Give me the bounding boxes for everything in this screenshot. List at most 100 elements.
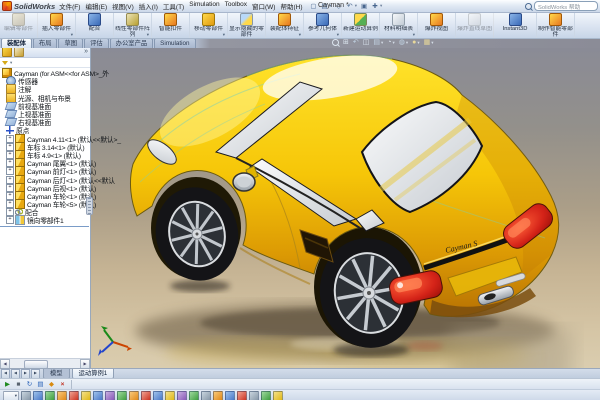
scene-caret-icon[interactable]: ▾ [431, 40, 433, 46]
expander-icon[interactable]: + [6, 184, 14, 192]
zoom-fit-icon[interactable] [332, 39, 339, 46]
zoom-area-icon[interactable]: ⊞ [343, 39, 349, 47]
expander-icon[interactable]: + [6, 192, 14, 200]
delete-icon[interactable]: × [58, 380, 67, 389]
select-icon[interactable]: ▣ [360, 2, 368, 10]
tab-sketch[interactable]: 草图 [58, 38, 83, 48]
gravity-icon[interactable] [93, 391, 103, 400]
appearance-icon[interactable] [177, 391, 187, 400]
filter-results-icon[interactable] [237, 391, 247, 400]
expander-icon[interactable]: + [6, 159, 14, 167]
move-component-caret-icon[interactable]: ▾ [223, 32, 225, 38]
assembly-features-caret-icon[interactable]: ▾ [299, 32, 301, 38]
menu-edit[interactable]: 编辑(E) [85, 1, 107, 11]
menu-tools[interactable]: 工具(T) [163, 1, 184, 11]
scroll-left-icon[interactable]: ◀ [0, 359, 10, 369]
fit-timeline-icon[interactable] [273, 391, 283, 400]
zoom-in-timeline-icon[interactable] [249, 391, 259, 400]
bill-of-materials-button[interactable]: 材料明细表 ▾ [380, 12, 418, 38]
filter-driving-icon[interactable] [213, 391, 223, 400]
edit-appearance-icon[interactable]: ● [412, 39, 416, 47]
appearance-caret-icon[interactable]: ▾ [417, 40, 419, 46]
tree-filter-bar[interactable]: ▾ [0, 58, 90, 68]
apply-scene-icon[interactable]: ▦ [424, 39, 431, 47]
simulation-setup-icon[interactable] [165, 391, 175, 400]
filter-all-icon[interactable] [189, 391, 199, 400]
new-motion-study-button[interactable]: 新建运动算例 [342, 12, 380, 38]
menu-simulation[interactable]: Simulation [189, 1, 219, 11]
show-hidden-components-button[interactable]: 显示隐藏的零部件 [228, 12, 266, 38]
display-style-icon[interactable]: ◔ [387, 39, 391, 47]
reference-geometry-button[interactable]: 参考几何体 ▾ [304, 12, 342, 38]
tab-office-products[interactable]: 办公室产品 [110, 38, 153, 48]
playback-speed-dropdown[interactable]: ▾ [3, 391, 19, 400]
expander-icon[interactable]: + [6, 151, 14, 159]
menu-toolbox[interactable]: Toolbox [225, 1, 247, 11]
featuremanager-tab-icon[interactable] [2, 47, 12, 57]
expander-icon[interactable]: + [6, 200, 14, 208]
tab-evaluate[interactable]: 评估 [84, 38, 109, 48]
expander-icon[interactable]: + [6, 176, 14, 184]
force-icon[interactable] [69, 391, 79, 400]
tree-item-mirror-component[interactable]: + 镜向零部件1 [0, 216, 90, 224]
hide-show-caret-icon[interactable]: ▾ [406, 40, 408, 46]
undo-caret-icon[interactable]: ▾ [355, 3, 357, 9]
motor-icon[interactable] [33, 391, 43, 400]
rebuild-caret-icon[interactable]: ▾ [380, 3, 382, 9]
damper-icon[interactable] [57, 391, 67, 400]
menu-view[interactable]: 视图(V) [112, 1, 134, 11]
section-view-icon[interactable]: ◫ [363, 39, 370, 47]
spring-icon[interactable] [45, 391, 55, 400]
expander-icon[interactable]: + [6, 135, 14, 143]
search-icon[interactable] [525, 3, 532, 10]
exploded-view-button[interactable]: 爆炸视图 [418, 12, 456, 38]
tab-simulation[interactable]: Simulation [154, 38, 195, 48]
instant3d-button[interactable]: Instant3D [494, 12, 537, 38]
menu-window[interactable]: 窗口(W) [252, 1, 275, 11]
make-smart-component-button[interactable]: 制作智能零部件 [537, 12, 575, 38]
insert-component-caret-icon[interactable]: ▾ [71, 32, 73, 38]
tree-item-right-plane[interactable]: 右视基准面 [0, 118, 90, 126]
view-orientation-icon[interactable]: ▤ [373, 39, 380, 47]
search-input[interactable]: SolidWorks 帮助 [534, 1, 598, 11]
key-properties-icon[interactable] [117, 391, 127, 400]
expander-icon[interactable]: + [6, 167, 14, 175]
expander-icon[interactable]: + [6, 208, 14, 216]
view-orientation-caret-icon[interactable]: ▾ [381, 40, 383, 46]
menu-file[interactable]: 文件(F) [59, 1, 80, 11]
mate-button[interactable]: 配合 [76, 12, 114, 38]
motion-chart-icon[interactable] [153, 391, 163, 400]
results-plots-icon[interactable] [141, 391, 151, 400]
hide-show-items-icon[interactable]: ◍ [399, 39, 405, 47]
explode-line-sketch-button[interactable]: 爆炸直线草图 [456, 12, 494, 38]
edit-component-button[interactable]: 编辑零部件 [0, 12, 38, 38]
previous-view-icon[interactable]: ↶ [353, 39, 359, 47]
replay-icon[interactable]: ↻ [25, 380, 34, 389]
select-tool-icon[interactable] [21, 391, 31, 400]
animation-wizard-icon[interactable]: ◆ [47, 380, 56, 389]
scroll-right-icon[interactable]: ▶ [80, 359, 90, 369]
display-style-caret-icon[interactable]: ▾ [393, 40, 395, 46]
linear-pattern-caret-icon[interactable]: ▾ [147, 32, 149, 38]
menu-insert[interactable]: 插入(I) [139, 1, 158, 11]
stop-icon[interactable]: ■ [14, 380, 23, 389]
assembly-features-button[interactable]: 装配体特征 ▾ [266, 12, 304, 38]
tab-assembly[interactable]: 装配体 [1, 38, 32, 48]
save-animation-icon[interactable]: ▤ [36, 380, 45, 389]
configuration-tab-icon[interactable] [14, 47, 24, 57]
insert-component-button[interactable]: 插入零部件 ▾ [38, 12, 76, 38]
tree-item-wheel-5[interactable]: + Cayman 车轮<5> (默认) [0, 200, 90, 208]
play-icon[interactable]: ▶ [3, 380, 12, 389]
camera-sled-icon[interactable] [105, 391, 115, 400]
rebuild-icon[interactable]: ✚ [371, 2, 379, 10]
expander-icon[interactable]: + [6, 216, 14, 224]
filter-selected-icon[interactable] [225, 391, 235, 400]
move-component-button[interactable]: 移动零部件 ▾ [190, 12, 228, 38]
front-left-wheel[interactable] [146, 178, 248, 289]
panel-chevron-icon[interactable]: » [84, 48, 88, 56]
filter-caret-icon[interactable]: ▾ [10, 60, 12, 66]
tab-layout[interactable]: 布局 [33, 38, 58, 48]
filter-animated-icon[interactable] [201, 391, 211, 400]
zoom-out-timeline-icon[interactable] [261, 391, 271, 400]
contact-icon[interactable] [81, 391, 91, 400]
